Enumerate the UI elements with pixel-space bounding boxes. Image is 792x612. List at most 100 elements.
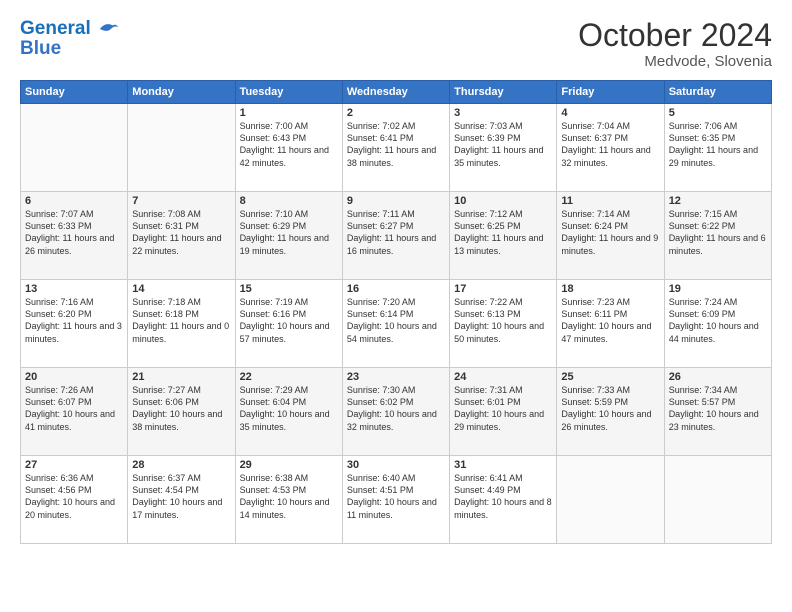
cell-content: Sunrise: 7:29 AM Sunset: 6:04 PM Dayligh… — [240, 384, 338, 433]
day-number: 8 — [240, 195, 338, 207]
calendar-cell: 17Sunrise: 7:22 AM Sunset: 6:13 PM Dayli… — [450, 280, 557, 368]
cell-content: Sunrise: 7:15 AM Sunset: 6:22 PM Dayligh… — [669, 208, 767, 257]
day-number: 19 — [669, 283, 767, 295]
calendar-week-row: 27Sunrise: 6:36 AM Sunset: 4:56 PM Dayli… — [21, 456, 772, 544]
logo-bird-icon — [98, 18, 120, 40]
day-number: 14 — [132, 283, 230, 295]
day-number: 26 — [669, 371, 767, 383]
cell-content: Sunrise: 7:23 AM Sunset: 6:11 PM Dayligh… — [561, 296, 659, 345]
location: Medvode, Slovenia — [578, 53, 772, 70]
calendar-cell: 30Sunrise: 6:40 AM Sunset: 4:51 PM Dayli… — [342, 456, 449, 544]
calendar-cell: 24Sunrise: 7:31 AM Sunset: 6:01 PM Dayli… — [450, 368, 557, 456]
calendar-cell: 4Sunrise: 7:04 AM Sunset: 6:37 PM Daylig… — [557, 104, 664, 192]
cell-content: Sunrise: 7:34 AM Sunset: 5:57 PM Dayligh… — [669, 384, 767, 433]
calendar-week-row: 1Sunrise: 7:00 AM Sunset: 6:43 PM Daylig… — [21, 104, 772, 192]
calendar-week-row: 13Sunrise: 7:16 AM Sunset: 6:20 PM Dayli… — [21, 280, 772, 368]
cell-content: Sunrise: 7:12 AM Sunset: 6:25 PM Dayligh… — [454, 208, 552, 257]
day-number: 5 — [669, 107, 767, 119]
cell-content: Sunrise: 6:37 AM Sunset: 4:54 PM Dayligh… — [132, 472, 230, 521]
cell-content: Sunrise: 7:16 AM Sunset: 6:20 PM Dayligh… — [25, 296, 123, 345]
day-number: 18 — [561, 283, 659, 295]
logo-line2: Blue — [20, 38, 120, 60]
cell-content: Sunrise: 7:06 AM Sunset: 6:35 PM Dayligh… — [669, 120, 767, 169]
calendar-cell: 20Sunrise: 7:26 AM Sunset: 6:07 PM Dayli… — [21, 368, 128, 456]
calendar-cell: 7Sunrise: 7:08 AM Sunset: 6:31 PM Daylig… — [128, 192, 235, 280]
calendar-cell: 5Sunrise: 7:06 AM Sunset: 6:35 PM Daylig… — [664, 104, 771, 192]
cell-content: Sunrise: 7:31 AM Sunset: 6:01 PM Dayligh… — [454, 384, 552, 433]
calendar-cell: 25Sunrise: 7:33 AM Sunset: 5:59 PM Dayli… — [557, 368, 664, 456]
weekday-header: Monday — [128, 81, 235, 104]
calendar-week-row: 6Sunrise: 7:07 AM Sunset: 6:33 PM Daylig… — [21, 192, 772, 280]
calendar-cell: 29Sunrise: 6:38 AM Sunset: 4:53 PM Dayli… — [235, 456, 342, 544]
calendar-cell: 28Sunrise: 6:37 AM Sunset: 4:54 PM Dayli… — [128, 456, 235, 544]
cell-content: Sunrise: 7:33 AM Sunset: 5:59 PM Dayligh… — [561, 384, 659, 433]
day-number: 22 — [240, 371, 338, 383]
cell-content: Sunrise: 7:14 AM Sunset: 6:24 PM Dayligh… — [561, 208, 659, 257]
weekday-header: Wednesday — [342, 81, 449, 104]
cell-content: Sunrise: 7:26 AM Sunset: 6:07 PM Dayligh… — [25, 384, 123, 433]
day-number: 15 — [240, 283, 338, 295]
day-number: 17 — [454, 283, 552, 295]
calendar-cell: 16Sunrise: 7:20 AM Sunset: 6:14 PM Dayli… — [342, 280, 449, 368]
day-number: 30 — [347, 459, 445, 471]
cell-content: Sunrise: 7:00 AM Sunset: 6:43 PM Dayligh… — [240, 120, 338, 169]
logo: General Blue — [20, 18, 120, 60]
day-number: 29 — [240, 459, 338, 471]
calendar-cell — [21, 104, 128, 192]
calendar-cell: 9Sunrise: 7:11 AM Sunset: 6:27 PM Daylig… — [342, 192, 449, 280]
cell-content: Sunrise: 7:27 AM Sunset: 6:06 PM Dayligh… — [132, 384, 230, 433]
day-number: 31 — [454, 459, 552, 471]
page-header: General Blue October 2024 Medvode, Slove… — [20, 18, 772, 70]
month-title: October 2024 — [578, 18, 772, 53]
calendar-cell — [664, 456, 771, 544]
logo-text: General — [20, 18, 120, 40]
cell-content: Sunrise: 7:22 AM Sunset: 6:13 PM Dayligh… — [454, 296, 552, 345]
calendar-cell: 22Sunrise: 7:29 AM Sunset: 6:04 PM Dayli… — [235, 368, 342, 456]
day-number: 21 — [132, 371, 230, 383]
day-number: 3 — [454, 107, 552, 119]
cell-content: Sunrise: 7:24 AM Sunset: 6:09 PM Dayligh… — [669, 296, 767, 345]
calendar-cell: 19Sunrise: 7:24 AM Sunset: 6:09 PM Dayli… — [664, 280, 771, 368]
cell-content: Sunrise: 7:19 AM Sunset: 6:16 PM Dayligh… — [240, 296, 338, 345]
calendar-cell: 14Sunrise: 7:18 AM Sunset: 6:18 PM Dayli… — [128, 280, 235, 368]
calendar-cell: 18Sunrise: 7:23 AM Sunset: 6:11 PM Dayli… — [557, 280, 664, 368]
day-number: 11 — [561, 195, 659, 207]
calendar-cell: 21Sunrise: 7:27 AM Sunset: 6:06 PM Dayli… — [128, 368, 235, 456]
calendar-cell: 10Sunrise: 7:12 AM Sunset: 6:25 PM Dayli… — [450, 192, 557, 280]
title-block: October 2024 Medvode, Slovenia — [578, 18, 772, 70]
weekday-header: Saturday — [664, 81, 771, 104]
calendar-cell — [128, 104, 235, 192]
calendar-cell: 2Sunrise: 7:02 AM Sunset: 6:41 PM Daylig… — [342, 104, 449, 192]
weekday-header: Friday — [557, 81, 664, 104]
calendar-cell: 26Sunrise: 7:34 AM Sunset: 5:57 PM Dayli… — [664, 368, 771, 456]
cell-content: Sunrise: 7:18 AM Sunset: 6:18 PM Dayligh… — [132, 296, 230, 345]
calendar-cell: 3Sunrise: 7:03 AM Sunset: 6:39 PM Daylig… — [450, 104, 557, 192]
day-number: 7 — [132, 195, 230, 207]
day-number: 6 — [25, 195, 123, 207]
weekday-header: Sunday — [21, 81, 128, 104]
cell-content: Sunrise: 7:30 AM Sunset: 6:02 PM Dayligh… — [347, 384, 445, 433]
cell-content: Sunrise: 7:10 AM Sunset: 6:29 PM Dayligh… — [240, 208, 338, 257]
calendar-cell: 12Sunrise: 7:15 AM Sunset: 6:22 PM Dayli… — [664, 192, 771, 280]
day-number: 25 — [561, 371, 659, 383]
calendar-cell — [557, 456, 664, 544]
day-number: 1 — [240, 107, 338, 119]
calendar-cell: 23Sunrise: 7:30 AM Sunset: 6:02 PM Dayli… — [342, 368, 449, 456]
cell-content: Sunrise: 7:20 AM Sunset: 6:14 PM Dayligh… — [347, 296, 445, 345]
day-number: 4 — [561, 107, 659, 119]
calendar-cell: 15Sunrise: 7:19 AM Sunset: 6:16 PM Dayli… — [235, 280, 342, 368]
cell-content: Sunrise: 7:08 AM Sunset: 6:31 PM Dayligh… — [132, 208, 230, 257]
cell-content: Sunrise: 6:38 AM Sunset: 4:53 PM Dayligh… — [240, 472, 338, 521]
cell-content: Sunrise: 6:40 AM Sunset: 4:51 PM Dayligh… — [347, 472, 445, 521]
calendar-cell: 6Sunrise: 7:07 AM Sunset: 6:33 PM Daylig… — [21, 192, 128, 280]
cell-content: Sunrise: 6:36 AM Sunset: 4:56 PM Dayligh… — [25, 472, 123, 521]
calendar-table: SundayMondayTuesdayWednesdayThursdayFrid… — [20, 80, 772, 544]
day-number: 12 — [669, 195, 767, 207]
calendar-cell: 27Sunrise: 6:36 AM Sunset: 4:56 PM Dayli… — [21, 456, 128, 544]
day-number: 20 — [25, 371, 123, 383]
weekday-header: Tuesday — [235, 81, 342, 104]
calendar-week-row: 20Sunrise: 7:26 AM Sunset: 6:07 PM Dayli… — [21, 368, 772, 456]
cell-content: Sunrise: 6:41 AM Sunset: 4:49 PM Dayligh… — [454, 472, 552, 521]
cell-content: Sunrise: 7:07 AM Sunset: 6:33 PM Dayligh… — [25, 208, 123, 257]
weekday-header: Thursday — [450, 81, 557, 104]
